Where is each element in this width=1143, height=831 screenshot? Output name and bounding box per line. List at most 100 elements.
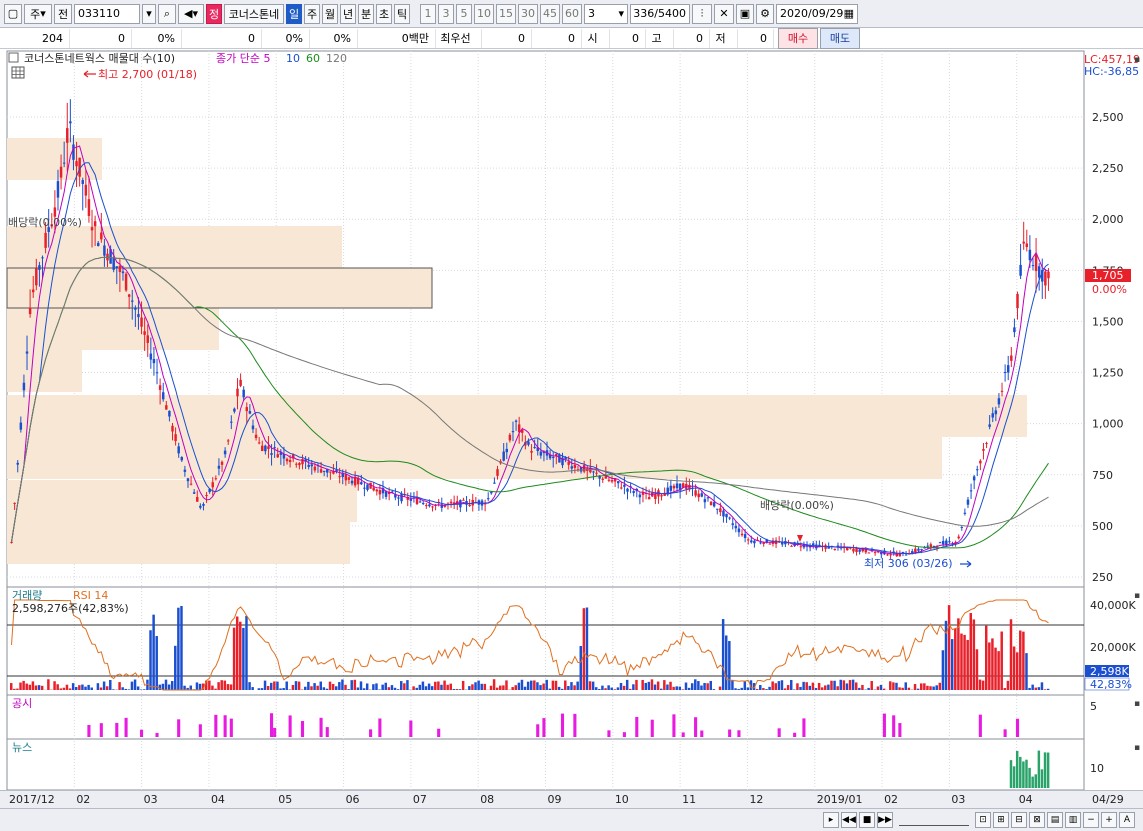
interval-60[interactable]: 60	[562, 3, 582, 24]
zoom-out-icon[interactable]: −	[1083, 812, 1099, 828]
last-icon[interactable]: ▶▶	[877, 812, 893, 828]
candle-body	[199, 505, 202, 508]
interval-30[interactable]: 30	[518, 3, 538, 24]
price-axis-label: 1,500	[1092, 315, 1124, 328]
volume-bar	[619, 682, 623, 690]
panel-menu-icon-4[interactable]: ▪	[1134, 743, 1140, 753]
candle-body	[127, 294, 131, 297]
interval-5[interactable]: 5	[456, 3, 472, 24]
candle-body	[969, 490, 973, 492]
panel-menu-icon-2[interactable]: ▪	[1134, 591, 1140, 601]
volume-bar	[112, 689, 115, 690]
volume-bar	[960, 633, 963, 690]
table-icon[interactable]	[11, 66, 25, 79]
period-minute[interactable]: 분	[358, 3, 374, 24]
zoom-slider[interactable]	[899, 815, 969, 826]
disclosure-bar	[650, 719, 654, 737]
candle-body	[239, 379, 242, 386]
scroll-right-icon[interactable]: ▸	[823, 812, 839, 828]
candle-body	[66, 128, 69, 143]
jeong-badge[interactable]: 정	[206, 3, 222, 24]
stop-icon[interactable]: ■	[859, 812, 875, 828]
volume-bar	[127, 689, 131, 690]
buy-button[interactable]: 매수	[778, 27, 818, 49]
volume-bar	[935, 685, 938, 690]
volume-bar	[195, 682, 199, 690]
save-icon[interactable]: ▣	[736, 3, 754, 24]
sound-icon[interactable]: ◀▾	[178, 3, 204, 24]
disclosure-bar	[369, 729, 373, 737]
prev-button[interactable]: 전	[54, 3, 72, 24]
volume-bar	[390, 685, 394, 690]
volume-bar	[65, 684, 69, 690]
gear-icon[interactable]: ⚙	[756, 3, 774, 24]
candle-body	[966, 499, 970, 505]
volume-bar	[226, 684, 230, 690]
volume-bar	[47, 679, 50, 690]
quote-best1: 0	[482, 28, 532, 48]
interval-45[interactable]: 45	[540, 3, 560, 24]
volume-bar	[220, 680, 223, 690]
crosshair-icon[interactable]: ✕	[714, 3, 734, 24]
count-input[interactable]: 336/5400	[630, 3, 690, 24]
chart-svg[interactable]: 2,5002,2502,0001,7501,5001,2501,00075050…	[0, 50, 1143, 791]
candle-body	[496, 469, 499, 476]
sell-button[interactable]: 매도	[820, 27, 860, 49]
disclosure-bar	[270, 713, 274, 737]
interval-1[interactable]: 1	[420, 3, 436, 24]
candle-body	[211, 482, 214, 488]
panel-menu-icon-1[interactable]: ▪	[1134, 55, 1140, 65]
time-axis: 2017/12 02 03 04 05 06 07 08 09 10 11 12 2019/01 02 03…	[0, 790, 1143, 808]
volume-bar	[709, 680, 712, 690]
tool-icon-6[interactable]: ▥	[1065, 812, 1081, 828]
volume-bar	[362, 688, 366, 690]
volume-bar	[68, 688, 72, 690]
price-axis-label: 250	[1092, 571, 1113, 584]
time-axis-label: 2017/12	[9, 793, 55, 806]
zoom-in-icon[interactable]: +	[1101, 812, 1117, 828]
period-tick[interactable]: 틱	[394, 3, 410, 24]
period-year[interactable]: 년	[340, 3, 356, 24]
interval-3[interactable]: 3	[438, 3, 454, 24]
tool-icon-4[interactable]: ⊠	[1029, 812, 1045, 828]
period-week[interactable]: 주	[304, 3, 320, 24]
candle-body	[366, 484, 369, 490]
stock-code-input[interactable]: 033110	[74, 3, 140, 24]
stock-name-field[interactable]: 코너스톤네	[224, 3, 284, 24]
candle-body	[493, 482, 496, 484]
candle-body	[1022, 241, 1025, 244]
volume-bar	[802, 681, 805, 690]
volume-bar	[780, 680, 784, 690]
chart-area[interactable]: 2,5002,2502,0001,7501,5001,2501,00075050…	[0, 50, 1143, 791]
candle-body	[988, 424, 991, 427]
type-select[interactable]: 주 ▾	[24, 3, 52, 24]
panel-menu-icon-3[interactable]: ▪	[1134, 699, 1140, 709]
tool-icon-5[interactable]: ▤	[1047, 812, 1063, 828]
tool-icon-3[interactable]: ⊟	[1011, 812, 1027, 828]
code-dropdown-icon[interactable]: ▾	[142, 3, 156, 24]
period-second[interactable]: 초	[376, 3, 392, 24]
date-input[interactable]: 2020/09/29 ▦	[776, 3, 858, 24]
interval-15[interactable]: 15	[496, 3, 516, 24]
volume-bar	[972, 619, 976, 690]
time-axis-label: 09	[547, 793, 562, 806]
volume-bar	[1034, 687, 1037, 690]
candle-body	[1028, 249, 1032, 261]
volume-bar	[214, 688, 217, 690]
period-day[interactable]: 일	[286, 3, 302, 24]
window-icon[interactable]: ▢	[4, 3, 22, 24]
font-size-icon[interactable]: A	[1119, 812, 1135, 828]
search-icon[interactable]: ⌕	[158, 3, 176, 24]
tool-icon-1[interactable]: ⊡	[975, 812, 991, 828]
interval-10[interactable]: 10	[474, 3, 494, 24]
candle-type-icon[interactable]: ⫶	[692, 3, 712, 24]
news-bar	[1043, 752, 1047, 788]
tool-icon-2[interactable]: ⊞	[993, 812, 1009, 828]
first-icon[interactable]: ◀◀	[841, 812, 857, 828]
interval-input[interactable]: 3 ▾	[584, 3, 628, 24]
quote-pct2: 0%	[262, 28, 310, 48]
volume-bar	[520, 679, 524, 690]
candle-body	[16, 462, 19, 465]
period-month[interactable]: 월	[322, 3, 338, 24]
candle-body	[855, 548, 858, 552]
